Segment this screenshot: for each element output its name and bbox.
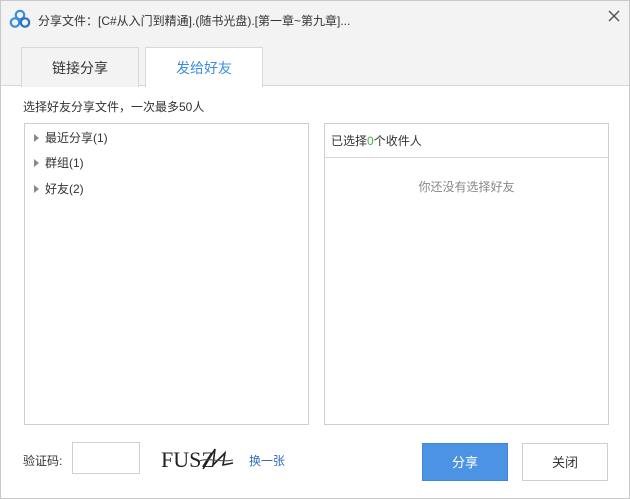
selected-prefix: 已选择 <box>331 134 368 148</box>
share-dialog: 分享文件：[C#从入门到精通].(随书光盘).[第一章~第九章]... 链接分享… <box>0 0 630 499</box>
close-icon[interactable] <box>605 7 623 25</box>
tree-item-friends[interactable]: 好友(2) <box>34 179 84 199</box>
captcha-input[interactable] <box>72 442 140 474</box>
title-bar: 分享文件：[C#从入门到精通].(随书光盘).[第一章~第九章]... <box>1 1 629 37</box>
captcha-image: FUSZ <box>161 447 234 472</box>
share-button[interactable]: 分享 <box>422 443 508 481</box>
tree-item-label: 好友(2) <box>45 182 84 196</box>
tree-item-label: 最近分享(1) <box>45 131 108 145</box>
cloud-logo-icon <box>9 9 31 28</box>
expand-arrow-icon[interactable] <box>34 184 39 193</box>
close-button[interactable]: 关闭 <box>522 443 608 481</box>
expand-arrow-icon[interactable] <box>34 133 39 142</box>
expand-arrow-icon[interactable] <box>34 158 39 167</box>
share-hint: 选择好友分享文件，一次最多50人 <box>23 100 205 114</box>
captcha-label: 验证码: <box>23 454 63 468</box>
empty-selection-hint: 你还没有选择好友 <box>418 180 515 194</box>
selected-count: 0 <box>367 134 374 148</box>
tree-item-label: 群组(1) <box>45 156 84 170</box>
refresh-captcha-link[interactable]: 换一张 <box>249 452 285 469</box>
selected-recipients-panel: 已选择0个收件人 你还没有选择好友 <box>324 123 609 425</box>
tab-send-to-friends[interactable]: 发给好友 <box>145 47 263 87</box>
tree-item-groups[interactable]: 群组(1) <box>34 153 84 173</box>
tree-item-recent-shares[interactable]: 最近分享(1) <box>34 128 108 148</box>
selected-count-header: 已选择0个收件人 <box>325 124 608 158</box>
tab-strip: 链接分享 发给好友 <box>1 37 629 87</box>
selected-suffix: 个收件人 <box>373 134 422 148</box>
window-title: 分享文件：[C#从入门到精通].(随书光盘).[第一章~第九章]... <box>38 14 351 28</box>
tab-link-share[interactable]: 链接分享 <box>21 47 139 87</box>
friend-tree-panel: 最近分享(1) 群组(1) 好友(2) <box>24 123 309 425</box>
